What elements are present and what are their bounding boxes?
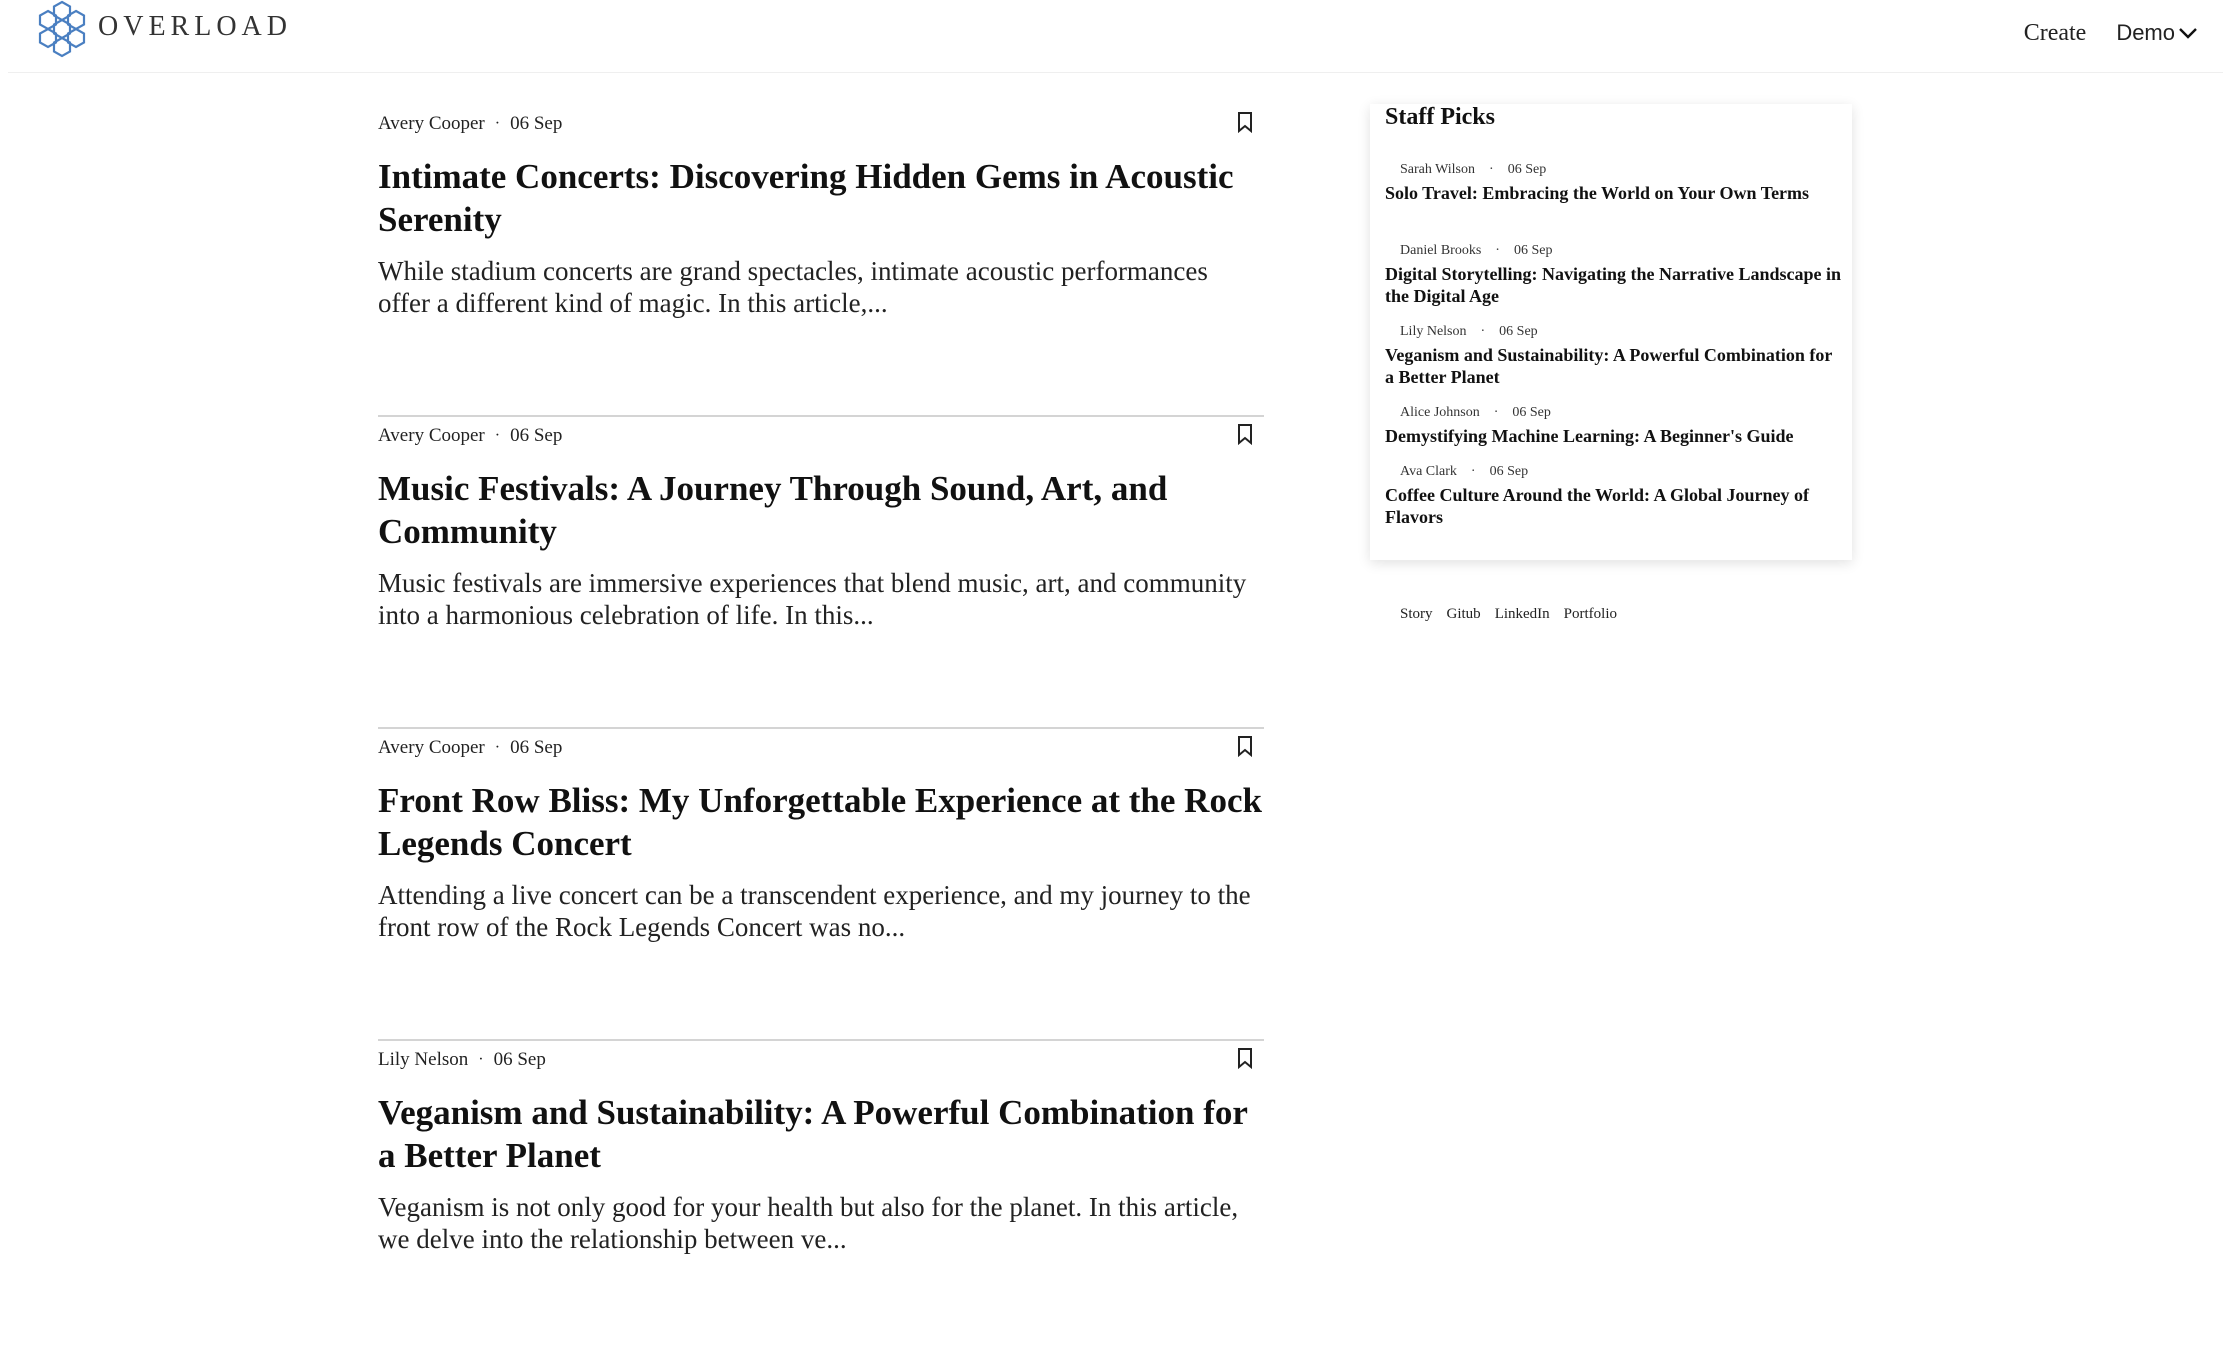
post-excerpt[interactable]: Attending a live concert can be a transc… xyxy=(378,879,1264,943)
bookmark-icon[interactable] xyxy=(1236,1047,1254,1074)
brand-logo[interactable]: OVERLOAD xyxy=(34,0,292,58)
post-date: 06 Sep xyxy=(510,425,563,446)
bookmark-icon[interactable] xyxy=(1236,111,1254,138)
post-feed: Avery Cooper · 06 Sep Intimate Concerts:… xyxy=(378,105,1264,1351)
separator: · xyxy=(1480,324,1486,339)
post-date: 06 Sep xyxy=(493,1049,546,1070)
post-author[interactable]: Avery Cooper xyxy=(378,113,485,135)
post-title[interactable]: Veganism and Sustainability: A Powerful … xyxy=(378,1091,1264,1177)
pick-meta: Lily Nelson · 06 Sep xyxy=(1400,324,1845,340)
post-meta: Avery Cooper · 06 Sep xyxy=(378,425,562,447)
pick-title[interactable]: Coffee Culture Around the World: A Globa… xyxy=(1385,484,1845,528)
bookmark-icon[interactable] xyxy=(1236,735,1254,762)
staff-pick-item[interactable]: Lily Nelson · 06 Sep Veganism and Sustai… xyxy=(1385,324,1845,388)
pick-title[interactable]: Demystifying Machine Learning: A Beginne… xyxy=(1385,425,1845,447)
post-meta: Avery Cooper · 06 Sep xyxy=(378,113,562,135)
pick-author[interactable]: Lily Nelson xyxy=(1400,324,1467,340)
post-excerpt[interactable]: Veganism is not only good for your healt… xyxy=(378,1191,1264,1255)
separator: · xyxy=(1470,464,1476,479)
pick-date: 06 Sep xyxy=(1489,464,1529,479)
separator: · xyxy=(494,739,501,756)
post-card[interactable]: Avery Cooper · 06 Sep Front Row Bliss: M… xyxy=(378,729,1264,1041)
pick-title[interactable]: Veganism and Sustainability: A Powerful … xyxy=(1385,344,1845,388)
staff-pick-item[interactable]: Ava Clark · 06 Sep Coffee Culture Around… xyxy=(1385,464,1845,528)
separator: · xyxy=(494,427,501,444)
chevron-down-icon xyxy=(2177,22,2199,44)
staff-pick-item[interactable]: Daniel Brooks · 06 Sep Digital Storytell… xyxy=(1385,243,1845,307)
pick-meta: Ava Clark · 06 Sep xyxy=(1400,464,1845,480)
post-card[interactable]: Lily Nelson · 06 Sep Veganism and Sustai… xyxy=(378,1041,1264,1351)
footer-link-portfolio[interactable]: Portfolio xyxy=(1564,606,1617,623)
top-nav: Create Demo xyxy=(2024,18,2199,47)
pick-title[interactable]: Solo Travel: Embracing the World on Your… xyxy=(1385,182,1845,204)
separator: · xyxy=(478,1051,484,1068)
post-excerpt[interactable]: Music festivals are immersive experience… xyxy=(378,567,1264,631)
footer-links: Story Gitub LinkedIn Portfolio xyxy=(1400,606,1617,623)
post-meta: Avery Cooper · 06 Sep xyxy=(378,737,562,759)
post-date: 06 Sep xyxy=(510,737,563,758)
bookmark-icon[interactable] xyxy=(1236,423,1254,450)
pick-author[interactable]: Sarah Wilson xyxy=(1400,162,1475,178)
post-author[interactable]: Avery Cooper xyxy=(378,425,485,447)
post-title[interactable]: Front Row Bliss: My Unforgettable Experi… xyxy=(378,779,1264,865)
pick-date: 06 Sep xyxy=(1512,405,1551,420)
pick-author[interactable]: Daniel Brooks xyxy=(1400,243,1481,259)
separator: · xyxy=(1495,243,1500,258)
brand-name: OVERLOAD xyxy=(98,11,292,42)
footer-link-story[interactable]: Story xyxy=(1400,606,1433,623)
pick-date: 06 Sep xyxy=(1513,243,1553,258)
staff-pick-item[interactable]: Sarah Wilson · 06 Sep Solo Travel: Embra… xyxy=(1385,162,1845,204)
footer-link-github[interactable]: Gitub xyxy=(1447,606,1481,623)
post-card[interactable]: Avery Cooper · 06 Sep Intimate Concerts:… xyxy=(378,105,1264,417)
post-author[interactable]: Avery Cooper xyxy=(378,737,485,759)
pick-meta: Sarah Wilson · 06 Sep xyxy=(1400,162,1845,178)
post-card[interactable]: Avery Cooper · 06 Sep Music Festivals: A… xyxy=(378,417,1264,729)
pick-date: 06 Sep xyxy=(1507,162,1547,177)
separator: · xyxy=(494,115,501,132)
post-title[interactable]: Intimate Concerts: Discovering Hidden Ge… xyxy=(378,155,1264,241)
pick-meta: Daniel Brooks · 06 Sep xyxy=(1400,243,1845,259)
post-meta: Lily Nelson · 06 Sep xyxy=(378,1049,546,1071)
hexagon-cluster-icon xyxy=(34,0,90,58)
staff-picks-heading: Staff Picks xyxy=(1385,104,1495,130)
pick-meta: Alice Johnson · 06 Sep xyxy=(1400,405,1845,421)
header-divider xyxy=(8,72,2223,73)
user-menu[interactable]: Demo xyxy=(2116,20,2199,46)
separator: · xyxy=(1489,162,1494,177)
pick-date: 06 Sep xyxy=(1499,324,1538,339)
footer-link-linkedin[interactable]: LinkedIn xyxy=(1495,606,1550,623)
pick-title[interactable]: Digital Storytelling: Navigating the Nar… xyxy=(1385,263,1845,307)
post-date: 06 Sep xyxy=(510,113,563,134)
pick-author[interactable]: Alice Johnson xyxy=(1400,405,1480,421)
post-title[interactable]: Music Festivals: A Journey Through Sound… xyxy=(378,467,1264,553)
separator: · xyxy=(1493,405,1499,420)
post-author[interactable]: Lily Nelson xyxy=(378,1049,468,1071)
staff-pick-item[interactable]: Alice Johnson · 06 Sep Demystifying Mach… xyxy=(1385,405,1845,447)
staff-picks-panel: Staff Picks Sarah Wilson · 06 Sep Solo T… xyxy=(1370,104,1852,560)
create-button[interactable]: Create xyxy=(2024,20,2087,47)
post-excerpt[interactable]: While stadium concerts are grand spectac… xyxy=(378,255,1264,319)
pick-author[interactable]: Ava Clark xyxy=(1400,464,1457,480)
user-menu-label: Demo xyxy=(2116,19,2175,45)
